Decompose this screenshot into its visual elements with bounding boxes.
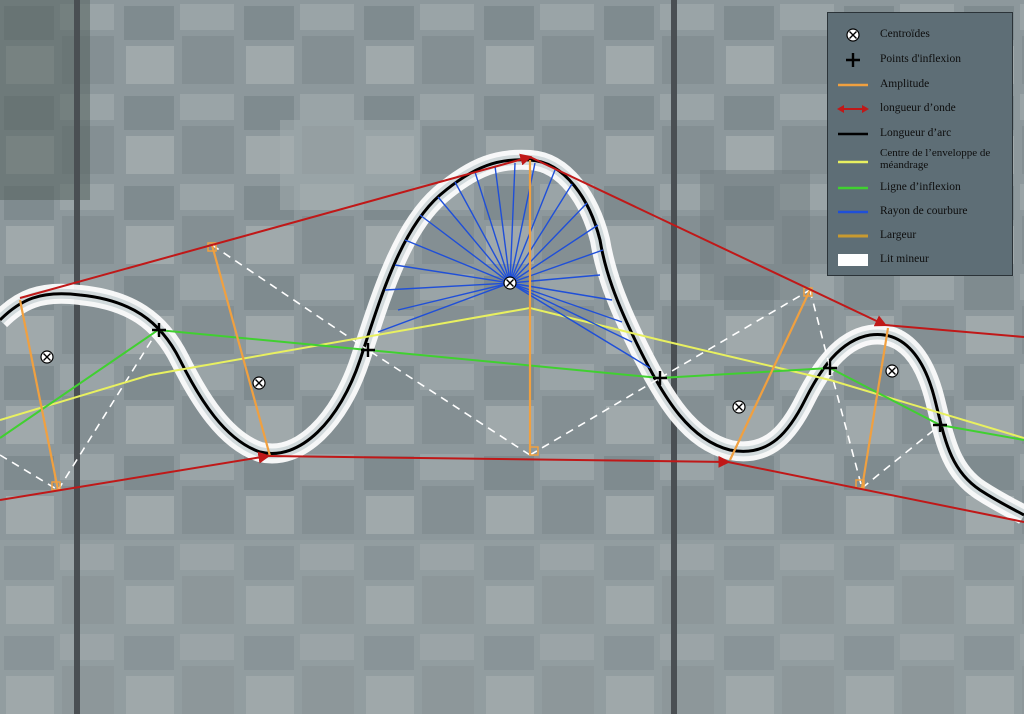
legend-label: Centroïdes — [880, 28, 930, 40]
legend-label: Amplitude — [880, 78, 930, 90]
plus-icon — [846, 53, 860, 67]
legend-label: Largeur — [880, 229, 917, 241]
channel-box-icon — [838, 254, 868, 266]
legend-label: longueur d’onde — [880, 102, 956, 114]
width-line-icon — [838, 234, 868, 238]
legend-item-arc-length: Longueur d’arc — [828, 124, 1014, 146]
envelope-center-line-icon — [838, 160, 868, 164]
legend-item-envelope-center: Centre de l’enveloppe de méandrage — [828, 147, 1014, 177]
legend-label: Ligne d’inflexion — [880, 181, 961, 193]
map-view: Centroïdes Points d'inflexion Amplitude … — [0, 0, 1024, 714]
legend-label: Rayon de courbure — [880, 205, 968, 217]
double-arrow-icon — [837, 105, 869, 113]
field-patch — [0, 540, 1024, 714]
inflection-line-icon — [838, 186, 868, 190]
legend-item-wavelength: longueur d’onde — [828, 99, 1014, 121]
legend-item-inflection-points: Points d'inflexion — [828, 50, 1014, 72]
field-patch — [280, 120, 420, 210]
legend-item-centroids: Centroïdes — [828, 25, 1014, 47]
circled-x-icon — [846, 28, 860, 42]
legend-item-channel: Lit mineur — [828, 250, 1014, 272]
photo-seam-line — [74, 0, 80, 714]
curvature-radius-line-icon — [838, 210, 868, 214]
amplitude-line-icon — [838, 83, 868, 87]
map-legend: Centroïdes Points d'inflexion Amplitude … — [827, 12, 1013, 276]
legend-label: Longueur d’arc — [880, 127, 952, 139]
legend-item-inflection-line: Ligne d’inflexion — [828, 178, 1014, 200]
legend-item-width: Largeur — [828, 226, 1014, 248]
legend-label: Points d'inflexion — [880, 53, 961, 65]
arc-length-line-icon — [838, 132, 868, 136]
legend-item-amplitude: Amplitude — [828, 75, 1014, 97]
field-patch — [700, 170, 810, 300]
legend-label: Lit mineur — [880, 253, 929, 265]
legend-label: Centre de l’enveloppe de méandrage — [880, 147, 991, 171]
legend-item-curvature-radius: Rayon de courbure — [828, 202, 1014, 224]
photo-seam-line — [671, 0, 677, 714]
